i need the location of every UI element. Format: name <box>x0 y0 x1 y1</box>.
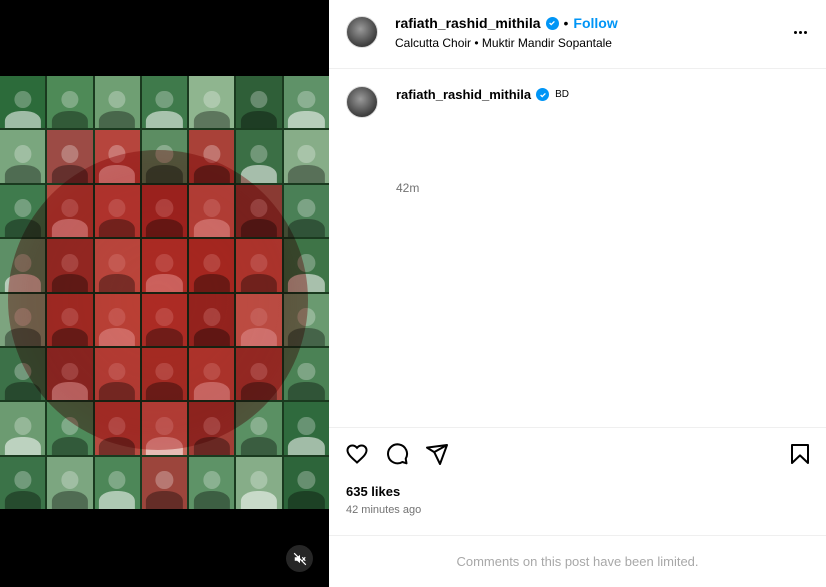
post-header: rafiath_rashid_mithila • Follow Calcutta… <box>329 0 826 69</box>
action-bar: 635 likes 42 minutes ago <box>329 427 826 535</box>
collage-photo <box>189 184 235 238</box>
collage-photo <box>0 130 46 183</box>
collage-photo <box>236 239 282 292</box>
collage-photo <box>189 239 235 292</box>
share-icon <box>426 444 448 465</box>
collage-photo <box>141 239 188 292</box>
collage-photo <box>94 239 140 292</box>
comment-button[interactable] <box>385 442 409 466</box>
comments-limited-notice: Comments on this post have been limited. <box>329 535 826 587</box>
collage-photo <box>0 76 46 129</box>
save-button[interactable] <box>788 442 812 466</box>
header-user-line: rafiath_rashid_mithila • Follow <box>395 15 618 31</box>
caption-user-line: rafiath_rashid_mithila BD <box>396 87 569 102</box>
follow-button[interactable]: Follow <box>573 15 617 31</box>
post-sidebar: rafiath_rashid_mithila • Follow Calcutta… <box>329 0 826 587</box>
collage-photo <box>283 456 329 509</box>
more-options-button[interactable] <box>790 22 810 42</box>
caption-area: rafiath_rashid_mithila BD 42m <box>329 69 826 427</box>
collage-photo <box>141 293 188 346</box>
collage-photo <box>236 402 282 455</box>
verified-icon <box>545 16 559 30</box>
collage-photo <box>0 293 46 346</box>
collage-photo <box>0 347 46 401</box>
collage-photo <box>189 456 235 509</box>
collage-photo <box>47 184 93 238</box>
collage-photo <box>236 184 282 238</box>
collage-photo <box>236 293 282 346</box>
header-username[interactable]: rafiath_rashid_mithila <box>395 15 541 31</box>
collage-photo <box>189 402 235 455</box>
photo-collage <box>0 76 329 509</box>
collage-photo <box>283 402 329 455</box>
collage-photo <box>236 130 282 183</box>
collage-photo <box>47 239 93 292</box>
collage-photo <box>141 184 188 238</box>
bookmark-icon <box>791 444 809 464</box>
collage-photo <box>47 402 93 455</box>
collage-photo <box>47 130 93 183</box>
comment-icon <box>387 443 409 465</box>
collage-photo <box>94 402 140 455</box>
separator-dot: • <box>563 15 569 31</box>
collage-photo <box>141 130 188 183</box>
verified-icon <box>536 88 550 101</box>
country-code: BD <box>555 89 570 100</box>
likes-count[interactable]: 635 likes <box>346 484 400 499</box>
location-link[interactable]: Calcutta Choir • Muktir Mandir Sopantale <box>395 36 612 50</box>
collage-photo <box>236 456 282 509</box>
post-media[interactable] <box>0 0 329 587</box>
collage-photo <box>47 347 93 401</box>
avatar[interactable] <box>346 16 378 48</box>
collage-photo <box>94 293 140 346</box>
collage-photo <box>0 184 46 238</box>
mute-button[interactable] <box>286 545 313 572</box>
collage-photo <box>141 347 188 401</box>
collage-photo <box>47 76 93 129</box>
post-timestamp[interactable]: 42 minutes ago <box>346 504 421 516</box>
heart-icon <box>346 444 368 464</box>
collage-photo <box>141 456 188 509</box>
mute-icon <box>293 552 306 565</box>
collage-photo <box>141 76 188 129</box>
collage-photo <box>94 347 140 401</box>
collage-photo <box>0 402 46 455</box>
collage-photo <box>283 239 329 292</box>
collage-photo <box>0 239 46 292</box>
collage-photo <box>94 130 140 183</box>
collage-photo <box>283 293 329 346</box>
collage-photo <box>283 76 329 129</box>
collage-photo <box>189 293 235 346</box>
collage-photo <box>283 184 329 238</box>
collage-photo <box>189 347 235 401</box>
more-icon <box>793 30 797 34</box>
collage-photo <box>94 76 140 129</box>
collage-photo <box>47 456 93 509</box>
like-button[interactable] <box>345 442 369 466</box>
collage-photo <box>141 402 188 455</box>
collage-photo <box>0 456 46 509</box>
caption-username[interactable]: rafiath_rashid_mithila <box>396 87 531 102</box>
collage-photo <box>189 76 235 129</box>
collage-photo <box>283 130 329 183</box>
collage-photo <box>94 456 140 509</box>
collage-photo <box>283 347 329 401</box>
collage-photo <box>236 76 282 129</box>
collage-photo <box>236 347 282 401</box>
collage-photo <box>94 184 140 238</box>
caption-time[interactable]: 42m <box>396 181 419 195</box>
collage-photo <box>189 130 235 183</box>
avatar[interactable] <box>346 86 378 118</box>
share-button[interactable] <box>425 442 449 466</box>
collage-photo <box>47 293 93 346</box>
